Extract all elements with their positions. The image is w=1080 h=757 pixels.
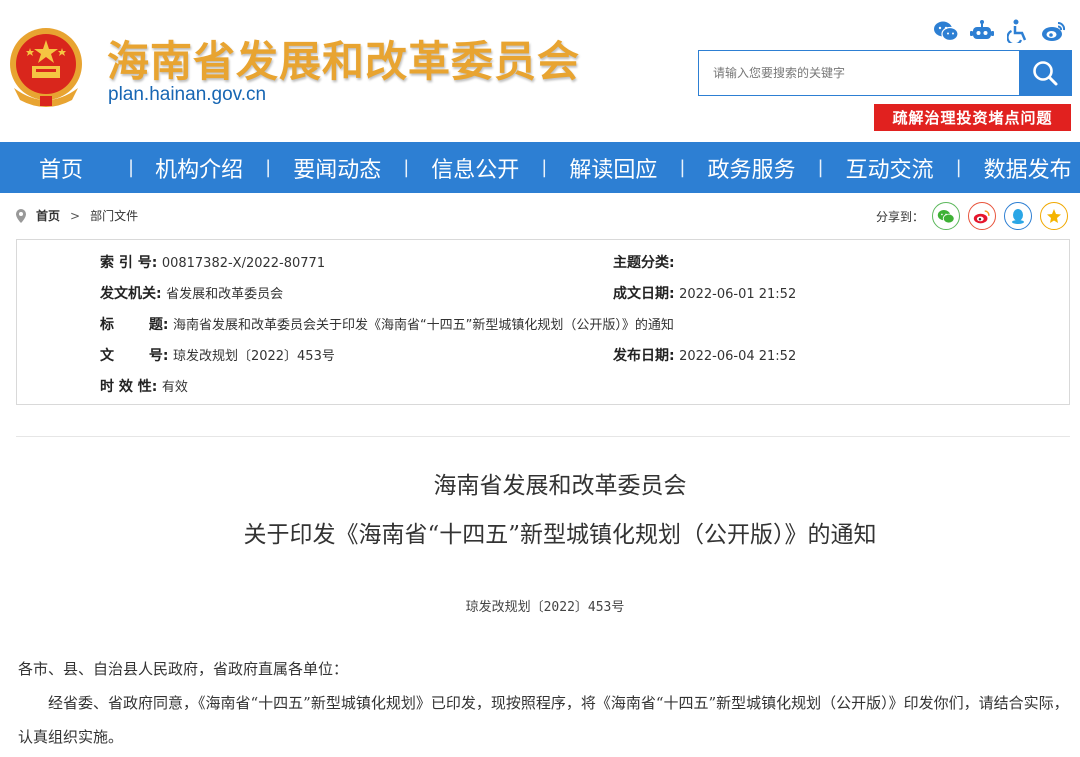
location-pin-icon <box>16 208 26 223</box>
meta-published: 发布日期: 2022-06-04 21:52 <box>613 345 796 365</box>
nav-item-home[interactable]: 首页 <box>39 152 83 184</box>
article-title-line1: 海南省发展和改革委员会 <box>433 473 687 499</box>
nav-separator: | <box>128 157 135 178</box>
wechat-icon[interactable] <box>932 202 960 230</box>
weibo-icon[interactable] <box>1040 18 1068 44</box>
search-box <box>698 50 1072 96</box>
article-body: 经省委、省政府同意，《海南省“十四五”新型城镇化规划》已印发，现按照程序，将《海… <box>18 694 1069 746</box>
site-header: 海南省发展和改革委员会 plan.hainan.gov.cn 疏解治理投资堵点问… <box>0 0 1080 142</box>
nav-separator: | <box>679 157 686 178</box>
nav-separator: | <box>403 157 410 178</box>
meta-issuer-key: 发文机关: <box>100 286 162 302</box>
meta-title: 标 题: 海南省发展和改革委员会关于印发《海南省“十四五”新型城镇化规划（公开版… <box>100 314 674 334</box>
robot-icon[interactable] <box>968 18 996 44</box>
content-divider <box>16 436 1070 437</box>
nav-item-news[interactable]: 要闻动态 <box>293 152 381 184</box>
breadcrumb-bar: 首页 > 部门文件 分享到： <box>0 193 1080 239</box>
meta-title-value: 海南省发展和改革委员会关于印发《海南省“十四五”新型城镇化规划（公开版）》的通知 <box>172 318 674 333</box>
meta-issuer: 发文机关: 省发展和改革委员会 <box>100 283 283 303</box>
nav-item-interpretation[interactable]: 解读回应 <box>569 152 657 184</box>
meta-title-key: 标 题: <box>100 317 169 333</box>
nav-item-about[interactable]: 机构介绍 <box>155 152 243 184</box>
article-salutation: 各市、县、自治县人民政府，省政府直属各单位： <box>18 660 349 678</box>
meta-created-value: 2022-06-01 21:52 <box>679 287 797 302</box>
nav-item-info-disclosure[interactable]: 信息公开 <box>431 152 519 184</box>
meta-index-value: 00817382-X/2022-80771 <box>161 256 326 271</box>
search-icon <box>1033 61 1058 86</box>
site-domain[interactable]: plan.hainan.gov.cn <box>108 84 266 106</box>
share-bar: 分享到： <box>876 202 1068 230</box>
meta-created: 成文日期: 2022-06-01 21:52 <box>613 283 796 303</box>
meta-validity-key: 时 效 性: <box>100 379 158 395</box>
main-nav: 首页 | 机构介绍 | 要闻动态 | 信息公开 | 解读回应 | 政务服务 | … <box>0 142 1080 193</box>
meta-issuer-value: 省发展和改革委员会 <box>166 287 284 302</box>
weibo-icon[interactable] <box>968 202 996 230</box>
qzone-icon[interactable] <box>1040 202 1068 230</box>
share-label: 分享到： <box>875 209 924 224</box>
meta-docno-key: 文 号: <box>100 348 169 364</box>
nav-separator: | <box>541 157 548 178</box>
meta-published-value: 2022-06-04 21:52 <box>679 349 797 364</box>
qq-icon[interactable] <box>1004 202 1032 230</box>
meta-topic: 主题分类: <box>613 252 675 272</box>
search-input[interactable] <box>699 51 1019 95</box>
meta-created-key: 成文日期: <box>613 286 675 302</box>
article-doc-number: 琼发改规划〔2022〕453号 <box>465 600 625 615</box>
nav-item-data[interactable]: 数据发布 <box>984 152 1072 184</box>
meta-topic-key: 主题分类: <box>613 255 675 271</box>
nav-item-interaction[interactable]: 互动交流 <box>846 152 934 184</box>
breadcrumb: 首页 > 部门文件 <box>16 207 138 224</box>
search-button[interactable] <box>1019 51 1071 95</box>
wechat-icon[interactable] <box>932 18 960 44</box>
meta-docno: 文 号: 琼发改规划〔2022〕453号 <box>100 345 335 365</box>
breadcrumb-home[interactable]: 首页 <box>36 207 60 224</box>
document-meta-box: 索 引 号: 00817382-X/2022-80771 主题分类: 发文机关:… <box>16 239 1070 405</box>
meta-docno-value: 琼发改规划〔2022〕453号 <box>172 349 335 364</box>
accessibility-icon[interactable] <box>1004 18 1032 44</box>
nav-separator: | <box>955 157 962 178</box>
article-title-line2: 关于印发《海南省“十四五”新型城镇化规划（公开版）》的通知 <box>243 522 877 548</box>
national-emblem-icon <box>10 28 82 107</box>
nav-separator: | <box>817 157 824 178</box>
meta-validity-value: 有效 <box>161 380 188 395</box>
nav-separator: | <box>265 157 272 178</box>
hot-topic-banner[interactable]: 疏解治理投资堵点问题 <box>874 104 1071 131</box>
top-icon-bar <box>932 18 1068 44</box>
site-title[interactable]: 海南省发展和改革委员会 <box>107 28 580 89</box>
meta-published-key: 发布日期: <box>613 348 675 364</box>
breadcrumb-current[interactable]: 部门文件 <box>90 207 138 224</box>
meta-validity: 时 效 性: 有效 <box>100 376 188 396</box>
meta-index: 索 引 号: 00817382-X/2022-80771 <box>100 252 325 272</box>
breadcrumb-arrow: > <box>70 208 81 223</box>
meta-index-key: 索 引 号: <box>100 255 158 271</box>
nav-item-services[interactable]: 政务服务 <box>707 152 795 184</box>
